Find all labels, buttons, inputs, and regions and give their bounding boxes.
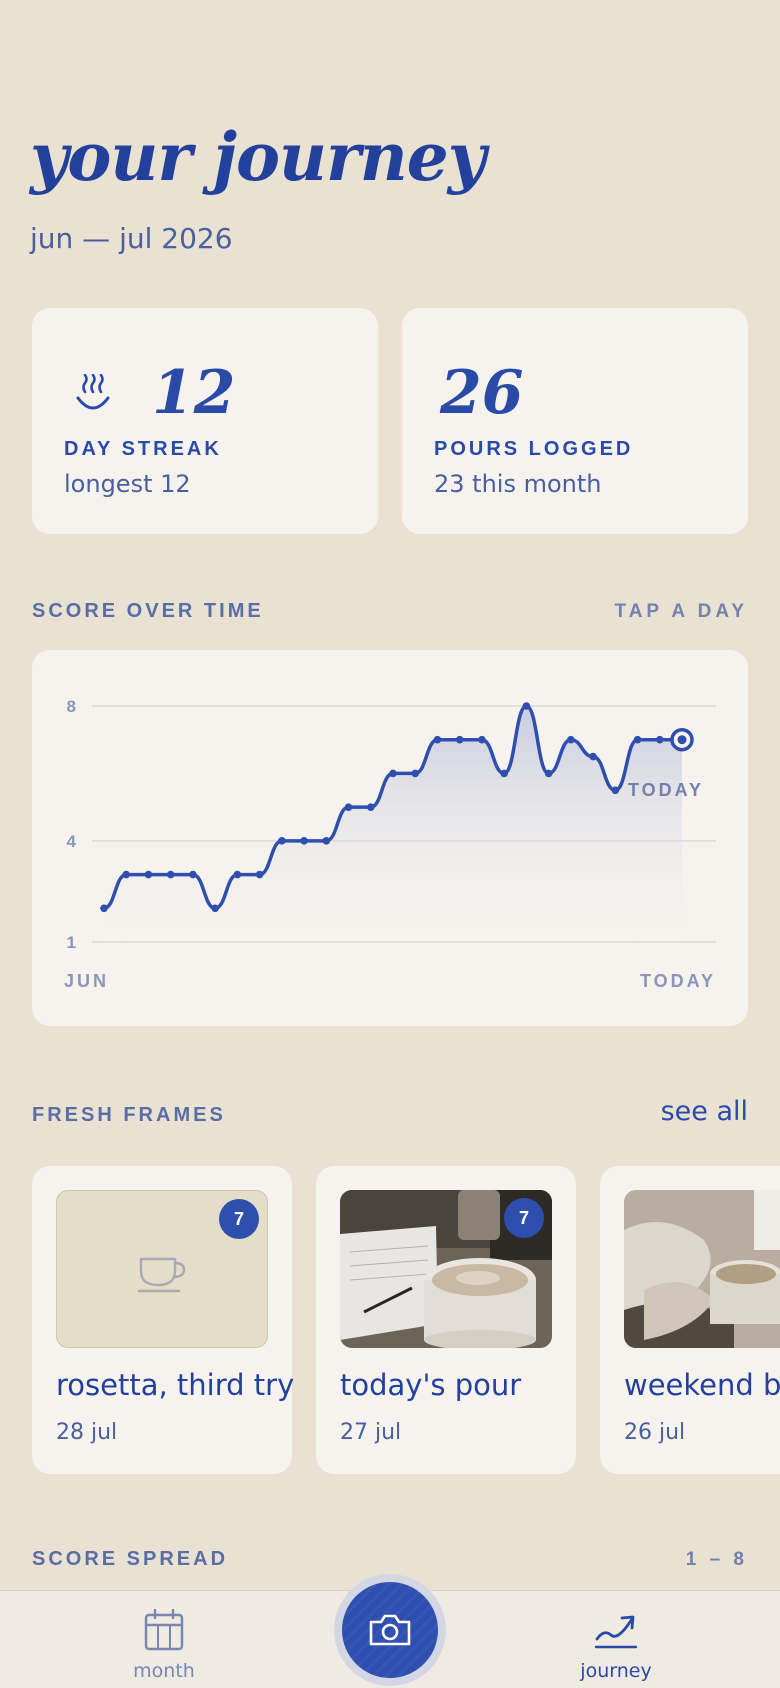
pours-value: 26 xyxy=(440,358,524,428)
frame-card[interactable]: 7 rosetta, third try 28 jul xyxy=(32,1166,295,1474)
frame-card[interactable]: weekend brew 26 jul xyxy=(600,1166,780,1474)
frame-card[interactable]: 7 today's pour 27 jul xyxy=(316,1166,576,1474)
calendar-icon xyxy=(144,1608,184,1651)
frame-date: 27 jul xyxy=(340,1420,402,1445)
score-area xyxy=(104,706,682,942)
today-point-center xyxy=(677,735,687,745)
today-marker-label: TODAY xyxy=(628,780,704,800)
x-axis-label-start: JUN xyxy=(64,971,109,991)
data-point[interactable] xyxy=(389,769,397,778)
nav-month[interactable]: month xyxy=(104,1608,224,1682)
frame-date: 28 jul xyxy=(56,1420,118,1445)
nav-month-label: month xyxy=(133,1660,195,1682)
score-chart[interactable]: 8 4 1 TODAY JUN TODAY xyxy=(32,650,748,1026)
frame-title: rosetta, third try xyxy=(56,1368,295,1402)
pours-card: 26 POURS LOGGED 23 this month xyxy=(402,308,748,534)
data-point[interactable] xyxy=(544,769,553,778)
score-badge: 7 xyxy=(504,1198,544,1238)
see-all-link[interactable]: see all xyxy=(661,1096,748,1127)
date-range: jun — jul 2026 xyxy=(30,222,233,255)
frame-title: today's pour xyxy=(340,1368,522,1402)
data-point[interactable] xyxy=(633,735,642,744)
data-point[interactable] xyxy=(655,735,664,744)
score-badge: 7 xyxy=(219,1199,259,1239)
y-tick-label: 4 xyxy=(67,832,77,851)
y-tick-label: 1 xyxy=(67,933,76,952)
data-point[interactable] xyxy=(300,837,308,845)
page-title: your journey xyxy=(30,118,486,196)
frame-date: 26 jul xyxy=(624,1420,686,1445)
x-axis-label-end: TODAY xyxy=(640,971,716,991)
data-point[interactable] xyxy=(255,870,264,879)
data-point[interactable] xyxy=(322,837,331,845)
latte-notebook-photo: 7 xyxy=(340,1190,552,1348)
data-point[interactable] xyxy=(522,702,531,710)
data-point[interactable] xyxy=(189,870,197,879)
camera-button[interactable] xyxy=(342,1582,438,1678)
streak-value: 12 xyxy=(152,358,236,428)
streak-card: 12 DAY STREAK longest 12 xyxy=(32,308,378,534)
data-point[interactable] xyxy=(567,735,575,744)
tap-a-day-hint[interactable]: TAP A DAY xyxy=(615,601,749,623)
score-chart-svg[interactable]: 8 4 1 TODAY JUN TODAY xyxy=(32,650,748,1026)
data-point[interactable] xyxy=(211,904,219,913)
spread-range: 1 – 8 xyxy=(685,1549,748,1570)
data-point[interactable] xyxy=(455,735,464,744)
nav-journey-label: journey xyxy=(580,1660,652,1682)
data-point[interactable] xyxy=(233,870,242,879)
data-point[interactable] xyxy=(144,870,153,879)
data-point[interactable] xyxy=(500,769,508,778)
trend-up-icon xyxy=(594,1615,638,1649)
frame-image-placeholder: 7 xyxy=(56,1190,268,1348)
data-point[interactable] xyxy=(166,870,175,879)
data-point[interactable] xyxy=(366,803,375,811)
pours-label: POURS LOGGED xyxy=(434,438,634,460)
camera-icon xyxy=(369,1614,411,1646)
cup-icon xyxy=(137,1257,186,1293)
streak-label: DAY STREAK xyxy=(64,438,222,460)
frame-title: weekend brew xyxy=(624,1368,780,1402)
data-point[interactable] xyxy=(411,769,420,778)
score-section-label: SCORE OVER TIME xyxy=(32,600,264,622)
data-point[interactable] xyxy=(100,904,108,913)
data-point[interactable] xyxy=(589,752,597,761)
cozy-coffee-photo xyxy=(624,1190,780,1348)
y-tick-label: 8 xyxy=(67,697,76,716)
data-point[interactable] xyxy=(278,837,286,845)
data-point[interactable] xyxy=(344,803,353,811)
data-point[interactable] xyxy=(122,870,131,879)
spread-section-label: SCORE SPREAD xyxy=(32,1548,229,1570)
nav-journey[interactable]: journey xyxy=(556,1609,676,1682)
data-point[interactable] xyxy=(611,786,620,795)
data-point[interactable] xyxy=(433,735,442,744)
streak-longest: longest 12 xyxy=(64,470,191,498)
data-point[interactable] xyxy=(478,735,486,744)
pours-this-month: 23 this month xyxy=(434,470,602,498)
frames-carousel[interactable]: 7 rosetta, third try 28 jul 7 today's po… xyxy=(32,1166,780,1476)
frames-section-label: FRESH FRAMES xyxy=(32,1104,226,1126)
steaming-cup-icon xyxy=(76,374,110,410)
